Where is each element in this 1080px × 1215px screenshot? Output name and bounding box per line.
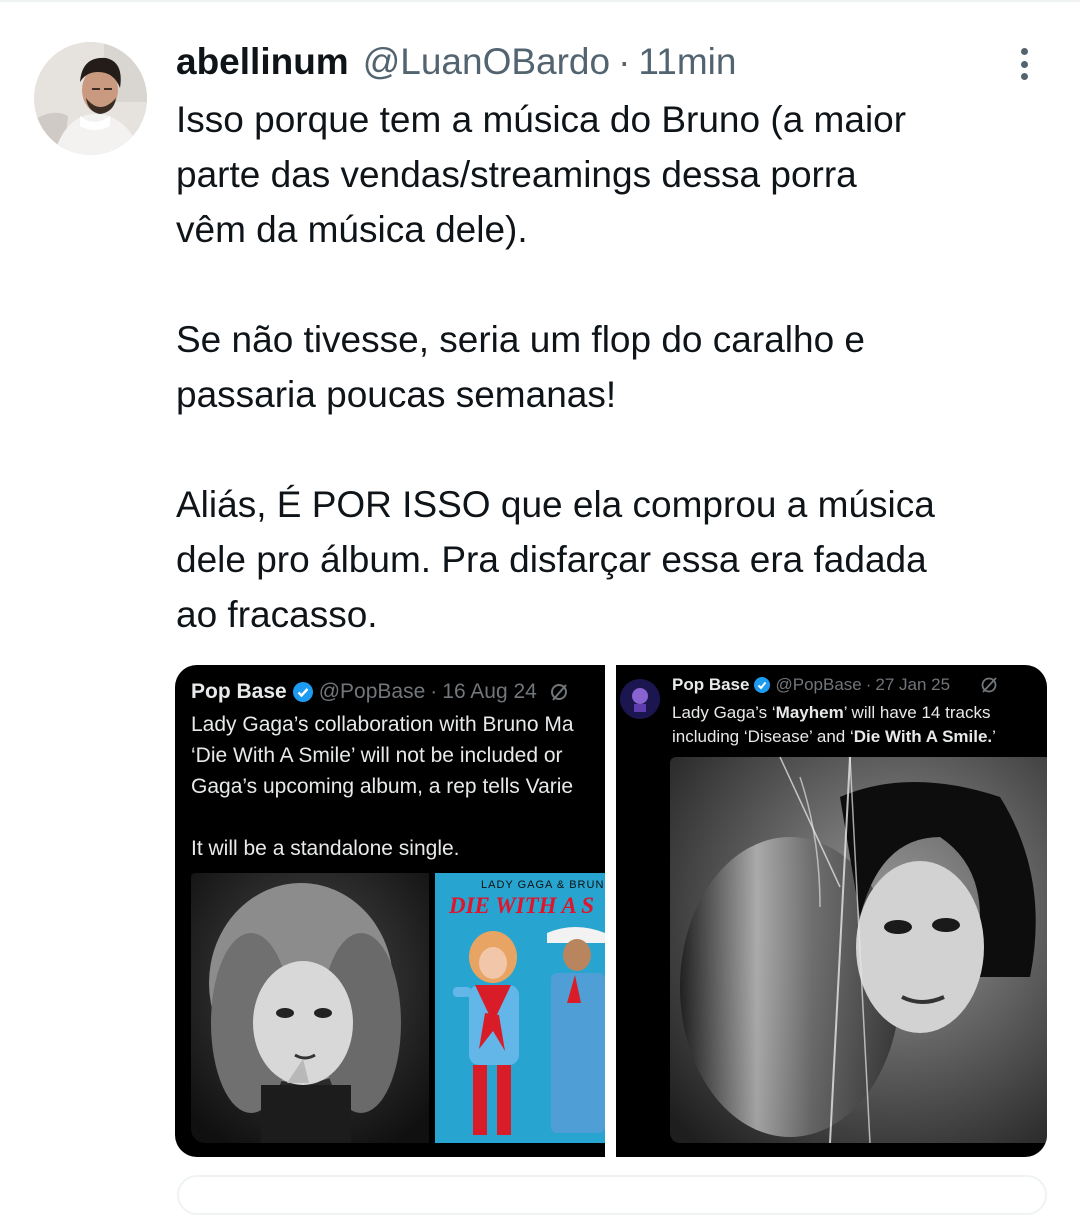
display-name[interactable]: abellinum [176, 41, 349, 83]
timestamp[interactable]: 11min [638, 41, 736, 83]
quote-header-right: Pop Base @PopBase · 27 Jan 25 [672, 673, 1000, 697]
next-card-edge [177, 1175, 1047, 1215]
quote-text-bold: Mayhem [775, 703, 844, 722]
separator-dot: · [618, 41, 631, 82]
quote-name: Pop Base [191, 680, 287, 703]
quote-text-part: ’ [992, 727, 996, 746]
tweet-text: Isso porque tem a música do Bruno (a mai… [176, 99, 935, 635]
quote-name: Pop Base [672, 675, 750, 694]
top-divider [0, 0, 1080, 2]
quote-photo-cover: LADY GAGA & BRUNO M DIE WITH A S [435, 873, 605, 1143]
quote-text-part: ’ will have 14 tracks [843, 703, 991, 722]
avatar[interactable] [34, 42, 147, 155]
media-image-left[interactable]: Pop Base @PopBase · 16 Aug 24 Lady Gaga’… [175, 665, 605, 1157]
grok-icon [980, 675, 1000, 695]
quote-text-part: Lady Gaga’s ‘ [672, 703, 776, 722]
quote-handle: @PopBase [775, 675, 862, 694]
quote-separator: · [430, 680, 438, 703]
quote-date: 27 Jan 25 [875, 675, 951, 694]
quote-text-bold: Die With A Smile. [853, 727, 993, 746]
verified-badge-icon [754, 677, 771, 693]
quote-text-left: Lady Gaga’s collaboration with Bruno Ma … [191, 713, 574, 860]
more-vertical-icon[interactable] [1006, 44, 1042, 84]
quote-text-right: Lady Gaga’s ‘Mayhem’ will have 14 tracks… [672, 701, 1042, 749]
quote-photo-album [670, 757, 1047, 1143]
handle[interactable]: @LuanOBardo [363, 41, 610, 83]
quote-separator: · [865, 675, 872, 694]
tweet-media[interactable]: Pop Base @PopBase · 16 Aug 24 Lady Gaga’… [175, 665, 1047, 1157]
verified-badge-icon [292, 682, 313, 702]
quote-avatar [620, 679, 660, 719]
grok-icon [549, 681, 571, 703]
quote-photo-bw [191, 873, 429, 1143]
quote-handle: @PopBase [318, 680, 426, 703]
quote-text-part: including ‘Disease’ and ‘ [672, 727, 854, 746]
media-image-right[interactable]: Pop Base @PopBase · 27 Jan 25 Lady Gaga’… [616, 665, 1047, 1157]
quote-date: 16 Aug 24 [442, 680, 537, 703]
tweet-header: abellinum @LuanOBardo · 11min [176, 38, 736, 86]
quote-header-left: Pop Base @PopBase · 16 Aug 24 [191, 679, 571, 705]
